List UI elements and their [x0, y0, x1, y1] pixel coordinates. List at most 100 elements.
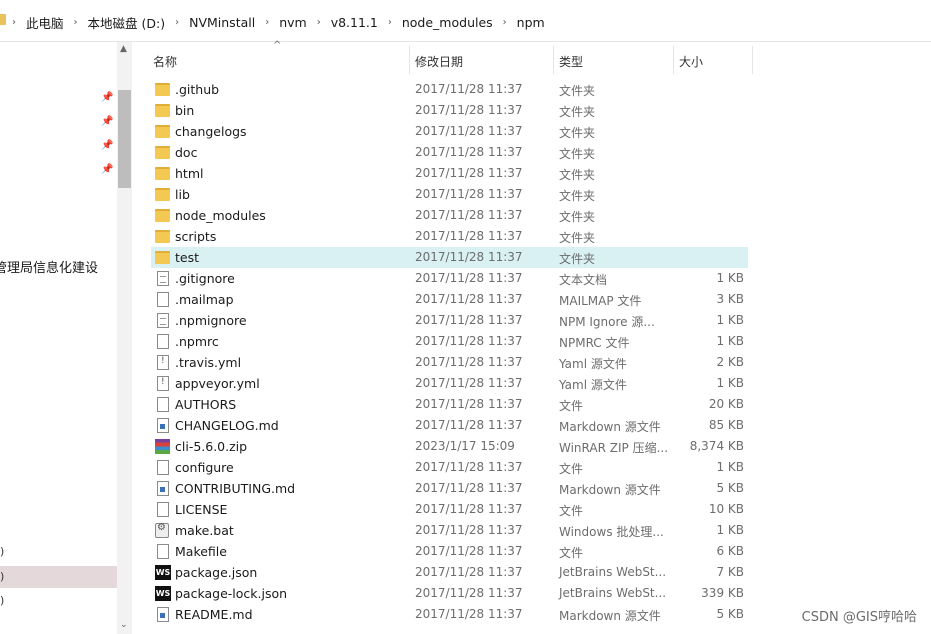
column-date[interactable]: 修改日期 — [415, 53, 463, 70]
file-row[interactable]: WS package-lock.json 2017/11/28 11:37 JetBr… — [151, 583, 748, 604]
breadcrumb-item[interactable]: v8.11.1 — [331, 15, 378, 30]
folder-icon — [155, 83, 170, 96]
file-row[interactable]: changelogs 2017/11/28 11:37 文件夹 — [151, 121, 748, 142]
file-name: bin — [175, 103, 195, 118]
breadcrumb-item[interactable]: 本地磁盘 (D:) — [88, 13, 166, 32]
file-row[interactable]: Makefile 2017/11/28 11:37 文件 6 KB — [151, 541, 748, 562]
file-name: appveyor.yml — [175, 376, 260, 391]
pin-icon[interactable]: 📌 — [101, 164, 113, 175]
scroll-down-icon[interactable]: ⌄ — [120, 620, 128, 630]
batch-file-icon — [155, 522, 169, 538]
nav-item-partial[interactable]: 管理局信息化建设 — [0, 257, 98, 276]
file-row[interactable]: bin 2017/11/28 11:37 文件夹 — [151, 100, 748, 121]
file-name: configure — [175, 460, 234, 475]
breadcrumb-item[interactable]: npm — [517, 15, 545, 30]
breadcrumb-chevron-icon[interactable]: › — [74, 17, 78, 28]
column-divider[interactable] — [673, 46, 674, 74]
file-row[interactable]: .npmrc 2017/11/28 11:37 NPMRC 文件 1 KB — [151, 331, 748, 352]
file-row[interactable]: .gitignore 2017/11/28 11:37 文本文档 1 KB — [151, 268, 748, 289]
scroll-up-icon[interactable]: ▲ — [120, 44, 127, 54]
file-row[interactable]: CONTRIBUTING.md 2017/11/28 11:37 Markdown … — [151, 478, 748, 499]
file-icon — [157, 292, 169, 307]
script-file-icon — [157, 355, 169, 370]
file-type: 文件夹 — [559, 84, 596, 98]
file-row[interactable]: LICENSE 2017/11/28 11:37 文件 10 KB — [151, 499, 748, 520]
breadcrumb-item[interactable]: node_modules — [402, 15, 493, 30]
file-type: 文件夹 — [559, 231, 596, 245]
pin-icon[interactable]: 📌 — [101, 140, 113, 151]
address-bar[interactable]: › 此电脑 › 本地磁盘 (D:) › NVMinstall › nvm › v8.11.1 › no… — [0, 0, 931, 42]
file-type: Markdown 源文件 — [559, 483, 661, 497]
file-type: 文件夹 — [559, 126, 596, 140]
breadcrumb-chevron-icon[interactable]: › — [503, 17, 507, 28]
file-date: 2017/11/28 11:37 — [415, 229, 523, 243]
folder-icon — [155, 230, 170, 243]
scrollbar-thumb[interactable] — [118, 90, 131, 188]
nav-scrollbar[interactable]: ▲ ⌄ — [117, 42, 132, 634]
breadcrumb-item[interactable]: nvm — [279, 15, 307, 30]
file-date: 2017/11/28 11:37 — [415, 481, 523, 495]
file-date: 2017/11/28 11:37 — [415, 82, 523, 96]
breadcrumb-chevron-icon[interactable]: › — [265, 17, 269, 28]
file-row[interactable]: doc 2017/11/28 11:37 文件夹 — [151, 142, 748, 163]
winrar-zip-icon — [155, 439, 170, 454]
file-date: 2017/11/28 11:37 — [415, 523, 523, 537]
file-row[interactable]: scripts 2017/11/28 11:37 文件夹 — [151, 226, 748, 247]
file-size: 6 KB — [716, 544, 744, 558]
file-row[interactable]: make.bat 2017/11/28 11:37 Windows 批处理... 1 … — [151, 520, 748, 541]
column-name[interactable]: 名称 — [153, 53, 177, 70]
file-name: Makefile — [175, 544, 227, 559]
file-name: html — [175, 166, 204, 181]
column-divider[interactable] — [553, 46, 554, 74]
file-name: node_modules — [175, 208, 266, 223]
nav-item-partial[interactable]: ) — [0, 570, 4, 583]
pin-icon[interactable]: 📌 — [101, 92, 113, 103]
file-name: LICENSE — [175, 502, 228, 517]
file-size: 10 KB — [708, 502, 744, 516]
file-date: 2017/11/28 11:37 — [415, 586, 523, 600]
file-row[interactable]: configure 2017/11/28 11:37 文件 1 KB — [151, 457, 748, 478]
file-row[interactable]: node_modules 2017/11/28 11:37 文件夹 — [151, 205, 748, 226]
file-name: make.bat — [175, 523, 234, 538]
file-row[interactable]: .travis.yml 2017/11/28 11:37 Yaml 源文件 2 KB — [151, 352, 748, 373]
file-size: 1 KB — [716, 376, 744, 390]
column-type[interactable]: 类型 — [559, 53, 583, 70]
file-icon — [157, 334, 169, 349]
file-name: cli-5.6.0.zip — [175, 439, 248, 454]
file-name: test — [175, 250, 200, 265]
file-row[interactable]: README.md 2017/11/28 11:37 Markdown 源文件 5 K… — [151, 604, 748, 625]
folder-icon — [155, 146, 170, 159]
nav-item-partial[interactable]: ) — [0, 545, 4, 558]
file-row[interactable]: .github 2017/11/28 11:37 文件夹 — [151, 79, 748, 100]
pin-icon[interactable]: 📌 — [101, 116, 113, 127]
file-date: 2023/1/17 15:09 — [415, 439, 515, 453]
breadcrumb-chevron-icon[interactable]: › — [12, 17, 16, 28]
file-row[interactable]: appveyor.yml 2017/11/28 11:37 Yaml 源文件 1 KB — [151, 373, 748, 394]
file-row[interactable]: CHANGELOG.md 2017/11/28 11:37 Markdown 源文件… — [151, 415, 748, 436]
file-row[interactable]: AUTHORS 2017/11/28 11:37 文件 20 KB — [151, 394, 748, 415]
breadcrumb-chevron-icon[interactable]: › — [175, 17, 179, 28]
column-divider[interactable] — [409, 46, 410, 74]
sort-ascending-icon: ^ — [273, 40, 282, 51]
breadcrumb-chevron-icon[interactable]: › — [317, 17, 321, 28]
file-size: 20 KB — [708, 397, 744, 411]
file-row[interactable]: html 2017/11/28 11:37 文件夹 — [151, 163, 748, 184]
file-row[interactable]: .mailmap 2017/11/28 11:37 MAILMAP 文件 3 KB — [151, 289, 748, 310]
nav-item-partial[interactable]: ) — [0, 594, 4, 607]
column-size[interactable]: 大小 — [679, 53, 703, 70]
file-icon — [157, 544, 169, 559]
breadcrumb-chevron-icon[interactable]: › — [388, 17, 392, 28]
file-name: .github — [175, 82, 220, 97]
folder-icon — [155, 251, 170, 264]
folder-icon — [155, 125, 170, 138]
file-type: JetBrains WebSt... — [559, 565, 667, 579]
file-row[interactable]: test 2017/11/28 11:37 文件夹 — [151, 247, 748, 268]
breadcrumb-item[interactable]: 此电脑 — [26, 13, 64, 32]
file-row[interactable]: .npmignore 2017/11/28 11:37 NPM Ignore 源..… — [151, 310, 748, 331]
file-row[interactable]: cli-5.6.0.zip 2023/1/17 15:09 WinRAR ZIP 压… — [151, 436, 748, 457]
column-divider[interactable] — [752, 46, 753, 74]
breadcrumb-item[interactable]: NVMinstall — [189, 15, 255, 30]
file-row[interactable]: WS package.json 2017/11/28 11:37 JetBrains … — [151, 562, 748, 583]
file-row[interactable]: lib 2017/11/28 11:37 文件夹 — [151, 184, 748, 205]
file-name: CHANGELOG.md — [175, 418, 279, 433]
